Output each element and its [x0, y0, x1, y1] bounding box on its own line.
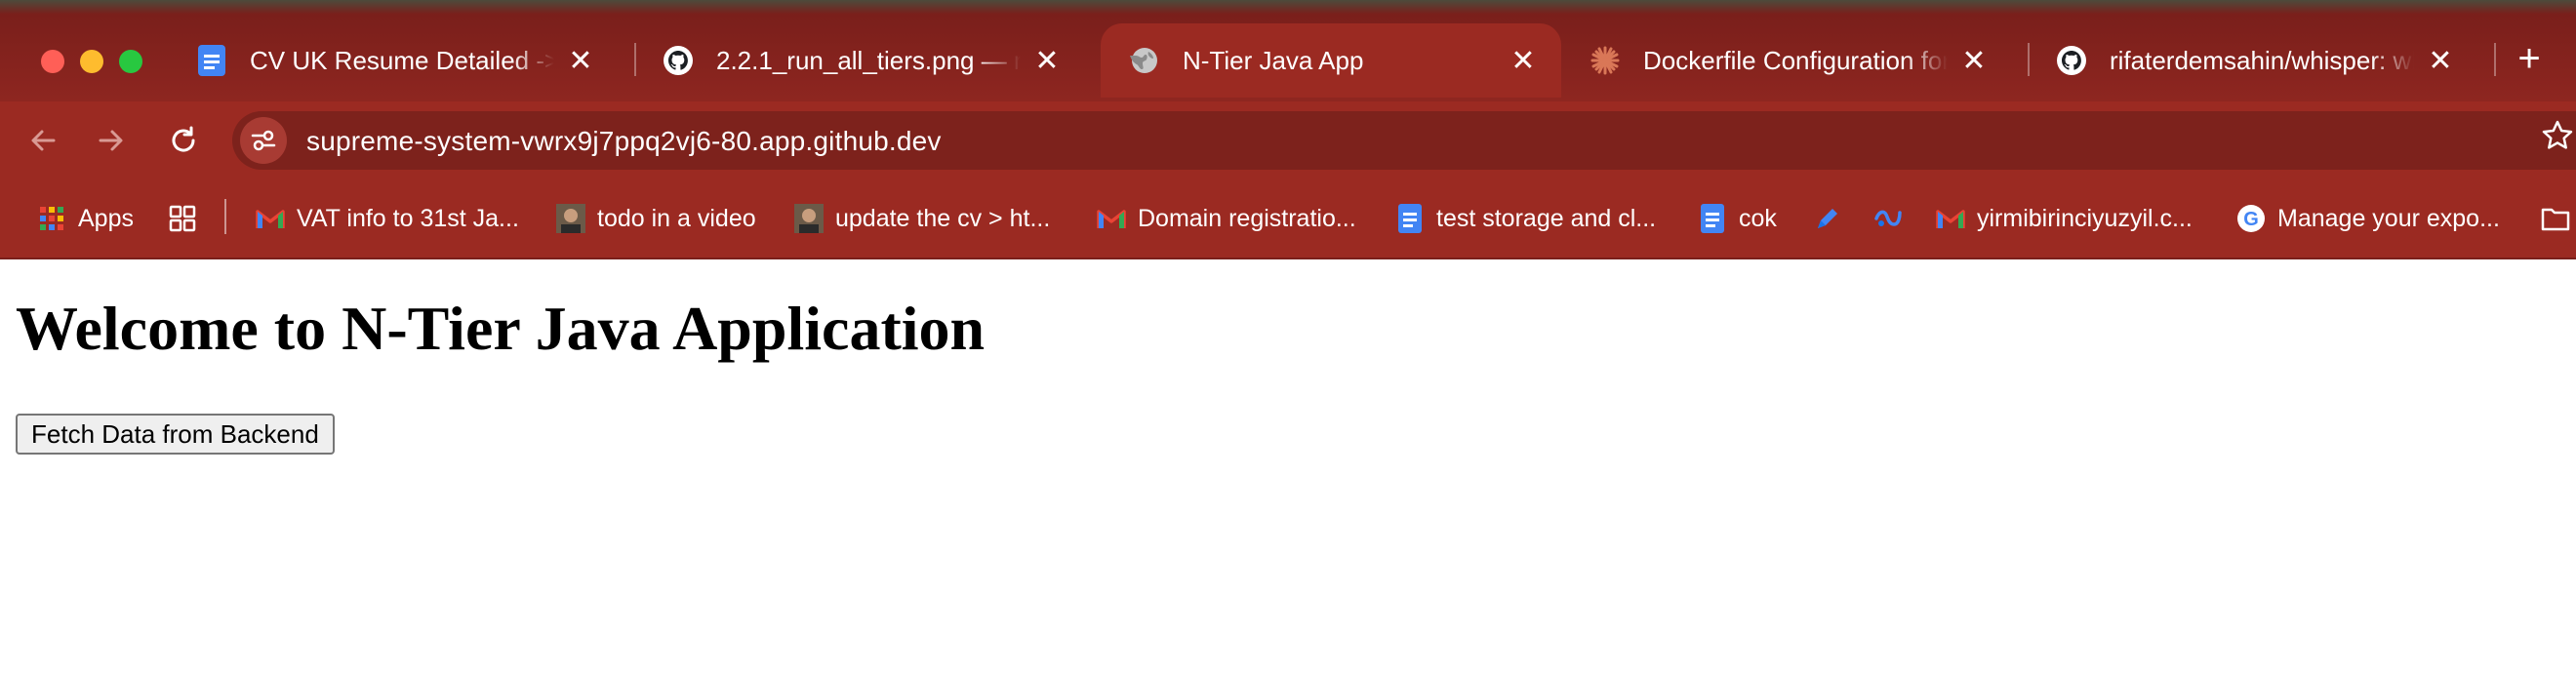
bookmark-cok[interactable]: cok [1698, 199, 1777, 238]
tab-title: 2.2.1_run_all_tiers.png — microservices [716, 45, 1021, 75]
tab-groups-icon [168, 204, 197, 233]
apps-script-icon [1873, 204, 1903, 233]
browser-toolbar: supreme-system-vwrx9j7ppq2vj6-80.app.git… [0, 101, 2576, 179]
tab-title: N-Tier Java App [1183, 45, 1364, 75]
bookmark-label: Manage your expo... [2277, 204, 2500, 232]
bookmark-folder[interactable] [2541, 199, 2576, 238]
tab-run-all-tiers[interactable]: 2.2.1_run_all_tiers.png — microservices … [634, 23, 1085, 98]
bookmark-star-icon[interactable] [2541, 119, 2574, 157]
google-docs-icon [1395, 204, 1425, 233]
address-bar[interactable]: supreme-system-vwrx9j7ppq2vj6-80.app.git… [232, 111, 2576, 170]
bookmark-label: update the cv > ht... [835, 204, 1051, 232]
tab-dockerfile-config[interactable]: Dockerfile Configuration for Spring ✕ [1561, 23, 2012, 98]
bookmark-label: yirmibirinciyuzyil.c... [1977, 204, 2193, 232]
bookmark-label: cok [1739, 204, 1777, 232]
bookmark-apps[interactable]: Apps [37, 199, 134, 238]
folder-icon [2541, 204, 2570, 233]
bookmark-yirmibirinciyuzyil[interactable]: yirmibirinciyuzyil.c... [1936, 199, 2193, 238]
bookmark-script[interactable] [1873, 199, 1914, 238]
close-tab-icon[interactable]: ✕ [1957, 44, 1991, 77]
close-tab-icon[interactable]: ✕ [1507, 44, 1540, 77]
bookmark-label: VAT info to 31st Ja... [297, 204, 519, 232]
fullscreen-window-button[interactable] [119, 50, 142, 73]
bookmark-vat-info[interactable]: VAT info to 31st Ja... [256, 199, 519, 238]
globe-icon [1128, 44, 1161, 77]
tab-title: rifaterdemsahin/whisper: whisper [2110, 45, 2414, 75]
google-icon: G [2236, 204, 2266, 233]
github-icon [662, 44, 695, 77]
claude-icon [1589, 44, 1622, 77]
close-window-button[interactable] [41, 50, 64, 73]
bookmarks-divider [224, 199, 226, 234]
bookmark-test-storage[interactable]: test storage and cl... [1395, 199, 1656, 238]
back-button[interactable] [21, 119, 64, 162]
tab-title: Dockerfile Configuration for Spring [1643, 45, 1948, 75]
bookmark-domain-registration[interactable]: Domain registratio... [1097, 199, 1356, 238]
fetch-data-button[interactable]: Fetch Data from Backend [16, 414, 335, 455]
tab-strip: CV UK Resume Detailed -> English ✕ 2.2.1… [0, 0, 2576, 101]
pencil-icon [1813, 204, 1842, 233]
apps-grid-icon [37, 204, 66, 233]
google-docs-icon [1698, 204, 1727, 233]
bookmarks-bar: Apps VAT info to 31st Ja... todo in a vi… [0, 179, 2576, 259]
bookmark-label: Domain registratio... [1138, 204, 1356, 232]
close-tab-icon[interactable]: ✕ [564, 44, 597, 77]
close-tab-icon[interactable]: ✕ [2424, 44, 2457, 77]
bookmark-pencil[interactable] [1813, 199, 1854, 238]
page-title: Welcome to N-Tier Java Application [16, 294, 986, 363]
gmail-icon [256, 204, 285, 233]
gmail-icon [1097, 204, 1126, 233]
bookmark-label: Apps [78, 204, 134, 232]
gmail-icon [1936, 204, 1965, 233]
bookmark-update-cv[interactable]: update the cv > ht... [794, 199, 1050, 238]
tab-title: CV UK Resume Detailed -> English [250, 45, 554, 75]
tab-divider [2494, 43, 2496, 76]
avatar [556, 204, 585, 233]
close-tab-icon[interactable]: ✕ [1030, 44, 1064, 77]
svg-text:G: G [2243, 209, 2259, 230]
tab-whisper-repo[interactable]: rifaterdemsahin/whisper: whisper ✕ [2028, 23, 2478, 98]
reload-button[interactable] [162, 119, 205, 162]
new-tab-button[interactable]: + [2510, 39, 2549, 78]
github-icon [2055, 44, 2088, 77]
bookmark-manage-exports[interactable]: G Manage your expo... [2236, 199, 2500, 238]
tab-groups-button[interactable] [168, 199, 209, 238]
bookmark-label: todo in a video [597, 204, 756, 232]
bookmark-todo-video[interactable]: todo in a video [556, 199, 756, 238]
tab-n-tier-java-app[interactable]: N-Tier Java App ✕ [1101, 23, 1561, 98]
bookmark-label: test storage and cl... [1436, 204, 1657, 232]
url-text: supreme-system-vwrx9j7ppq2vj6-80.app.git… [306, 126, 942, 156]
minimize-window-button[interactable] [80, 50, 103, 73]
forward-button[interactable] [90, 119, 133, 162]
site-settings-icon[interactable] [240, 117, 287, 164]
google-docs-icon [195, 44, 228, 77]
avatar [794, 204, 824, 233]
tab-cv-resume[interactable]: CV UK Resume Detailed -> English ✕ [168, 23, 619, 98]
